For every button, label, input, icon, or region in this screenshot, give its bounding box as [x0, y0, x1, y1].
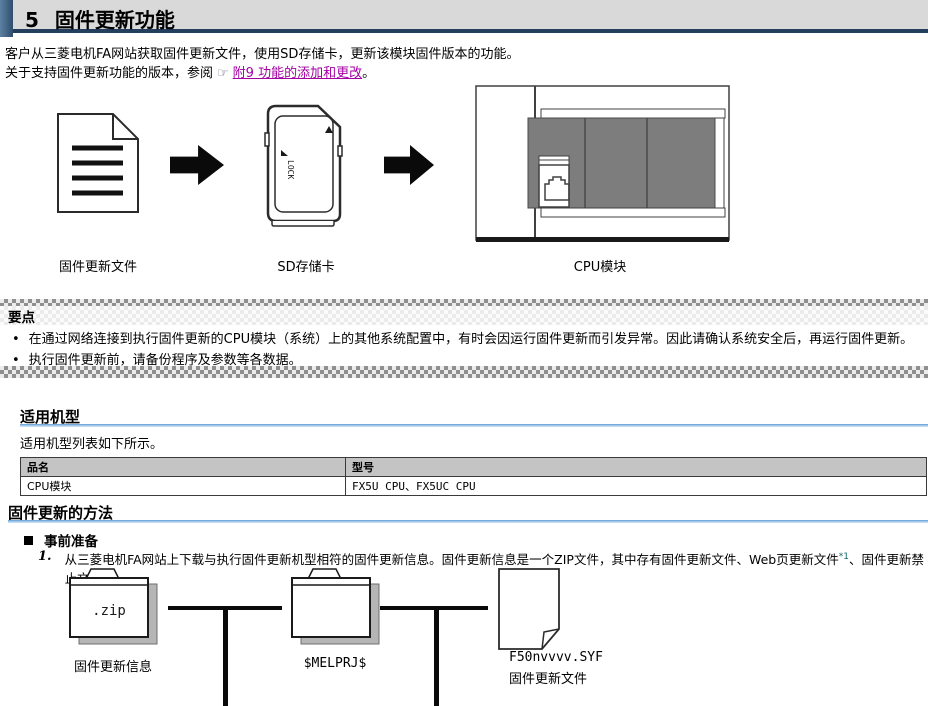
key-points-header-band	[0, 306, 928, 325]
diagram-label-file: 固件更新文件	[40, 256, 156, 275]
syf-file-icon	[497, 567, 561, 651]
heading-rule	[8, 520, 928, 523]
section-description: 适用机型列表如下所示。	[20, 433, 163, 452]
file-label-melprj: $MELPRJ$	[284, 656, 386, 671]
key-point-item: • 在通过网络连接到执行固件更新的CPU模块（系统）上的其他系统配置中，有时会因…	[12, 329, 922, 350]
chapter-title: 5 固件更新功能	[25, 4, 175, 33]
firmware-file-icon	[55, 112, 141, 215]
key-points-bottom-border	[0, 366, 928, 378]
procedure-step-1: 1. 从三菱电机FA网站上下载与执行固件更新机型相符的固件更新信息。固件更新信息…	[38, 549, 926, 587]
intro-line-2-suffix: 。	[362, 66, 375, 81]
sd-card-icon: LOCK	[262, 103, 348, 231]
arrow-right-icon	[170, 145, 224, 185]
intro-line-2: 关于支持固件更新功能的版本，参阅 ☞ 附9 功能的添加和更改。	[5, 65, 923, 82]
intro-paragraph: 客户从三菱电机FA网站获取固件更新文件，使用SD存储卡，更新该模块固件版本的功能…	[5, 46, 923, 82]
chapter-title-text: 固件更新功能	[55, 8, 175, 32]
square-bullet-icon	[24, 536, 33, 545]
diagram-label-cpu: CPU模块	[540, 256, 660, 275]
table-cell-model: FX5U CPU、FX5UC CPU	[346, 477, 927, 496]
cross-reference-link[interactable]: 附9 功能的添加和更改	[233, 66, 362, 81]
step-text-before: 从三菱电机FA网站上下载与执行固件更新机型相符的固件更新信息。固件更新信息是一个…	[65, 552, 839, 567]
bullet-icon: •	[12, 329, 20, 350]
zip-folder-text: .zip	[92, 603, 126, 619]
chapter-accent-bar	[0, 0, 13, 37]
key-points-title: 要点	[8, 306, 35, 326]
subsection-heading-preparation: 事前准备	[24, 530, 98, 550]
cpu-module-icon	[475, 85, 730, 243]
file-label-zip: 固件更新信息	[62, 656, 164, 675]
intro-line-2-text: 关于支持固件更新功能的版本，参阅	[5, 66, 213, 81]
footnote-marker: *1	[839, 552, 849, 562]
arrow-right-icon	[384, 145, 434, 185]
manual-page: 5 固件更新功能 客户从三菱电机FA网站获取固件更新文件，使用SD存储卡，更新该模…	[0, 0, 928, 706]
table-cell-product: CPU模块	[21, 477, 346, 496]
subsection-heading-text: 事前准备	[44, 530, 98, 550]
sd-lock-label: LOCK	[286, 160, 295, 179]
connector-line	[223, 606, 228, 706]
table-header-row: 品名 型号	[21, 458, 927, 477]
cross-reference-icon: ☞	[217, 66, 229, 81]
zip-folder-icon: .zip	[62, 565, 164, 653]
chapter-number: 5	[25, 8, 39, 32]
step-number: 1.	[38, 549, 52, 587]
intro-line-1: 客户从三菱电机FA网站获取固件更新文件，使用SD存储卡，更新该模块固件版本的功能…	[5, 46, 923, 63]
table-row: CPU模块 FX5U CPU、FX5UC CPU	[21, 477, 927, 496]
key-point-text: 在通过网络连接到执行固件更新的CPU模块（系统）上的其他系统配置中，有时会因运行…	[29, 329, 913, 350]
key-points-list: • 在通过网络连接到执行固件更新的CPU模块（系统）上的其他系统配置中，有时会因…	[12, 329, 922, 371]
table-header-model: 型号	[346, 458, 927, 477]
key-points-top-border	[0, 299, 928, 306]
melprj-folder-icon	[284, 565, 386, 653]
table-header-product: 品名	[21, 458, 346, 477]
syf-description: 固件更新文件	[509, 668, 603, 687]
step-text: 从三菱电机FA网站上下载与执行固件更新机型相符的固件更新信息。固件更新信息是一个…	[65, 549, 926, 587]
heading-rule	[20, 424, 928, 427]
file-label-syf: F50nvvvv.SYF 固件更新文件	[509, 650, 603, 687]
connector-line	[434, 606, 439, 706]
syf-filename: F50nvvvv.SYF	[509, 650, 603, 665]
models-table: 品名 型号 CPU模块 FX5U CPU、FX5UC CPU	[20, 457, 927, 496]
diagram-label-sd: SD存储卡	[250, 256, 362, 275]
